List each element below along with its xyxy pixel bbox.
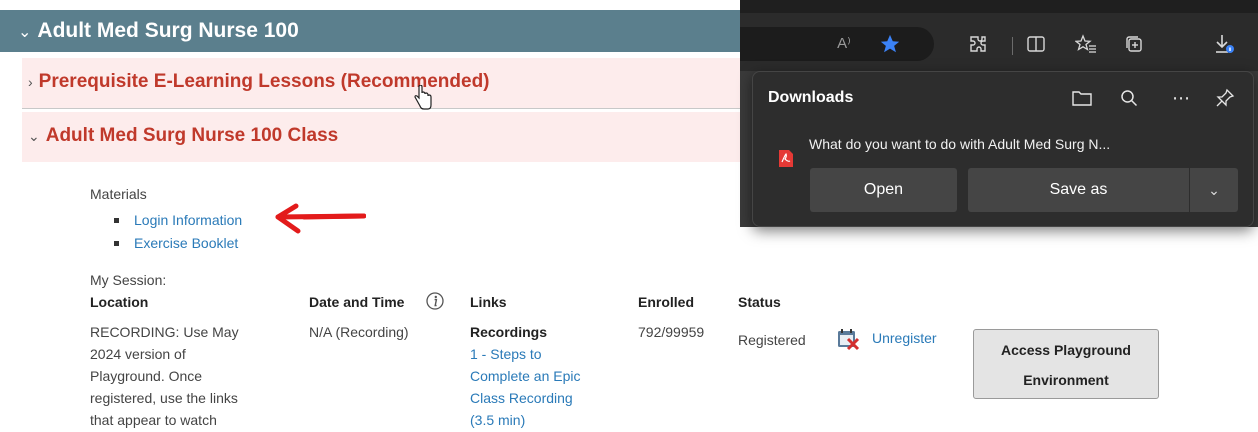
link-line: (3.5 min) xyxy=(470,412,526,428)
location-line: 2024 version of xyxy=(90,346,186,362)
button-label-line: Access Playground xyxy=(1001,342,1131,358)
more-icon[interactable]: ⋯ xyxy=(1167,84,1195,112)
toolbar-separator xyxy=(1012,37,1013,55)
column-header-links: Links xyxy=(470,294,507,310)
pdf-icon xyxy=(779,150,793,167)
pin-icon[interactable] xyxy=(1211,84,1239,112)
section-prerequisites[interactable]: › Prerequisite E-Learning Lessons (Recomm… xyxy=(22,58,740,109)
bullet-icon xyxy=(114,218,119,223)
enrolled-cell: 792/99959 xyxy=(638,324,705,340)
info-icon[interactable] xyxy=(426,292,444,310)
collections-icon[interactable] xyxy=(1120,31,1148,57)
recordings-heading: Recordings xyxy=(470,324,548,340)
access-playground-button[interactable]: Access Playground Environment xyxy=(973,329,1159,399)
materials-list: Login Information Exercise Booklet xyxy=(114,211,242,257)
button-label-line: Environment xyxy=(1023,372,1109,388)
folder-icon[interactable] xyxy=(1068,84,1096,112)
location-line: Playground. Once xyxy=(90,368,203,384)
link-line: Complete an Epic xyxy=(470,368,581,384)
link-line: 1 - Steps to xyxy=(470,346,542,362)
location-line: that appear to watch xyxy=(90,412,217,428)
status-cell: Registered xyxy=(738,332,806,348)
star-icon[interactable] xyxy=(876,31,904,57)
unregister-link[interactable]: Unregister xyxy=(872,330,937,346)
date-time-cell: N/A (Recording) xyxy=(309,324,409,340)
location-line: registered, use the links xyxy=(90,390,238,406)
links-cell: Recordings 1 - Steps to Complete an Epic… xyxy=(470,321,630,431)
list-item: Exercise Booklet xyxy=(114,234,242,257)
course-title-text: Adult Med Surg Nurse 100 xyxy=(37,19,299,42)
recording-link[interactable]: 1 - Steps to Complete an Epic Class Reco… xyxy=(470,343,630,431)
bullet-icon xyxy=(114,241,119,246)
read-aloud-icon[interactable]: A⁾ xyxy=(830,31,858,57)
location-cell: RECORDING: Use May 2024 version of Playg… xyxy=(90,321,290,431)
list-item: Login Information xyxy=(114,211,242,234)
extensions-icon[interactable] xyxy=(964,31,992,57)
location-line: RECORDING: Use May xyxy=(90,324,239,340)
chevron-down-icon[interactable]: ⌄ xyxy=(1190,168,1238,212)
open-button[interactable]: Open xyxy=(810,168,957,212)
browser-title-bar xyxy=(740,0,1258,13)
exercise-booklet-link[interactable]: Exercise Booklet xyxy=(134,235,238,251)
column-header-location: Location xyxy=(90,294,149,310)
calendar-cancel-icon[interactable] xyxy=(836,327,860,351)
section-class[interactable]: ⌄ Adult Med Surg Nurse 100 Class xyxy=(22,112,740,162)
download-prompt-text: What do you want to do with Adult Med Su… xyxy=(809,136,1111,152)
section-title[interactable]: ⌄ Adult Med Surg Nurse 100 Class xyxy=(28,125,338,147)
hand-cursor-icon xyxy=(414,85,432,110)
downloads-icon[interactable] xyxy=(1210,31,1238,57)
chevron-right-icon: › xyxy=(28,74,33,90)
red-arrow-icon xyxy=(275,203,366,234)
column-header-status: Status xyxy=(738,294,781,310)
split-screen-icon[interactable] xyxy=(1022,31,1050,57)
save-as-button[interactable]: Save as xyxy=(968,168,1189,212)
materials-label: Materials xyxy=(90,186,147,202)
search-icon[interactable] xyxy=(1115,84,1143,112)
login-information-link[interactable]: Login Information xyxy=(134,212,242,228)
chevron-down-icon: ⌄ xyxy=(28,128,40,144)
section-title-text: Adult Med Surg Nurse 100 Class xyxy=(45,125,339,146)
column-header-enrolled: Enrolled xyxy=(638,294,695,310)
chevron-down-icon: ⌄ xyxy=(18,24,32,41)
column-header-date-time: Date and Time xyxy=(309,294,405,310)
downloads-panel: Downloads ⋯ What do you want to do with … xyxy=(752,71,1254,227)
downloads-title: Downloads xyxy=(768,89,854,106)
course-header[interactable]: ⌄ Adult Med Surg Nurse 100 xyxy=(0,10,740,52)
course-title[interactable]: ⌄ Adult Med Surg Nurse 100 xyxy=(18,19,299,43)
favorites-icon[interactable] xyxy=(1072,31,1100,57)
browser-toolbar: A⁾ xyxy=(740,13,1258,71)
link-line: Class Recording xyxy=(470,390,573,406)
session-label: My Session: xyxy=(90,272,167,288)
